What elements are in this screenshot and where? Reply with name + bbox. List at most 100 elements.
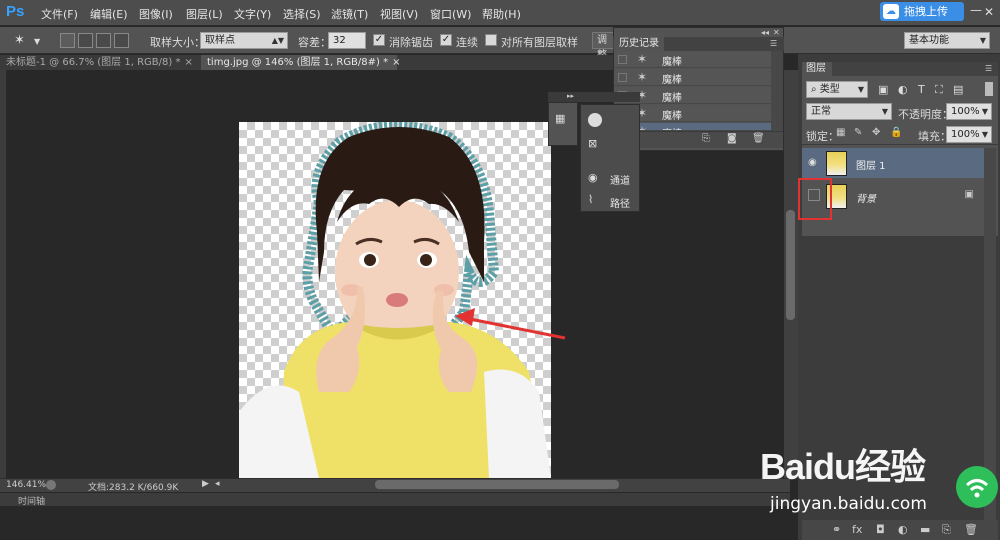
panel-menu-icon[interactable]: ☰ (770, 39, 777, 48)
adjust-filter-icon[interactable]: ◐ (898, 83, 908, 96)
photoshop-logo: Ps (6, 3, 25, 20)
opacity-label: 不透明度： (898, 108, 953, 121)
channels-icon[interactable]: ◉ (588, 171, 598, 184)
all-layers-checkbox[interactable] (485, 34, 497, 46)
folder-icon[interactable]: ▬ (920, 523, 930, 536)
add-selection-icon[interactable] (78, 33, 93, 48)
style-icon[interactable]: ⊠ (588, 137, 597, 150)
menu-file[interactable]: 文件(F) (41, 6, 78, 22)
type-filter-icon[interactable]: T (918, 83, 925, 96)
menu-window[interactable]: 窗口(W) (430, 6, 471, 22)
chevron-down-icon: ▼ (857, 85, 864, 94)
adjust-icon[interactable] (588, 113, 602, 127)
adjustment-icon[interactable]: ◐ (898, 523, 908, 536)
antialias-checkbox[interactable]: ✓ (373, 34, 385, 46)
menu-layer[interactable]: 图层(L) (186, 6, 223, 22)
menu-select[interactable]: 选择(S) (283, 6, 321, 22)
opacity-input[interactable]: 100% ▼ (946, 103, 992, 120)
sample-size-select[interactable]: 取样点 ▲▼ (200, 32, 288, 49)
lock-position-icon[interactable]: ✥ (872, 127, 880, 138)
contiguous-checkbox[interactable]: ✓ (440, 34, 452, 46)
baidu-watermark-url: jingyan.baidu.com (770, 494, 927, 514)
menu-type[interactable]: 文字(Y) (234, 6, 271, 22)
close-button[interactable]: ✕ (984, 5, 994, 19)
tab-untitled[interactable]: 未标题-1 @ 66.7% (图层 1, RGB/8) * × (0, 55, 200, 70)
paths-icon[interactable]: ⌇ (588, 193, 593, 206)
new-layer-icon[interactable]: ⎘ (942, 523, 951, 537)
workspace-select[interactable]: 基本功能 ▼ (904, 32, 990, 49)
history-scrollbar[interactable] (771, 51, 783, 131)
collapse-icon[interactable]: ◂◂ (761, 28, 769, 37)
lock-transparent-icon[interactable]: ▦ (836, 127, 845, 138)
tab-timg[interactable]: timg.jpg @ 146% (图层 1, RGB/8#) * × (201, 55, 401, 70)
fill-input[interactable]: 100% ▼ (946, 126, 992, 143)
lock-all-icon[interactable]: 🔒 (890, 127, 902, 138)
panel-menu-icon[interactable]: ☰ (985, 64, 992, 73)
smart-filter-icon[interactable]: ▤ (953, 83, 963, 96)
tolerance-input[interactable]: 32 (328, 32, 366, 49)
zoom-readout[interactable]: 146.41% (6, 480, 46, 490)
close-icon[interactable]: × (184, 57, 192, 68)
lock-icon: ▣ (964, 189, 974, 200)
close-icon[interactable]: × (392, 57, 400, 68)
history-row[interactable]: ✶魔棒 (614, 69, 771, 86)
filter-toggle[interactable] (985, 82, 993, 96)
layer-filter-select[interactable]: ⌕ 类型 ▼ (806, 81, 868, 98)
shape-filter-icon[interactable]: ⛶ (935, 83, 943, 97)
layers-scrollbar[interactable] (984, 148, 996, 520)
eye-icon[interactable]: ◉ (808, 157, 817, 168)
minimize-button[interactable]: — (970, 3, 982, 17)
menu-help[interactable]: 帮助(H) (482, 6, 521, 22)
tab-timg-label: timg.jpg @ 146% (图层 1, RGB/8#) * (207, 57, 389, 68)
layers-tab[interactable]: 图层 (802, 62, 832, 76)
tools-strip (0, 70, 6, 478)
chevron-down-icon[interactable]: ▼ (34, 37, 40, 46)
channels-label[interactable]: 通道 (610, 172, 630, 187)
layer-row-layer1[interactable]: ◉ 图层 1 (802, 148, 984, 178)
paths-label[interactable]: 路径 (610, 195, 630, 210)
menu-edit[interactable]: 编辑(E) (90, 6, 128, 22)
vertical-scroll-thumb[interactable] (786, 210, 795, 320)
zoom-icon[interactable] (46, 480, 56, 490)
blend-mode-select[interactable]: 正常 ▼ (806, 103, 892, 120)
history-tab[interactable]: 历史记录 (614, 37, 664, 51)
workspace-value: 基本功能 (909, 35, 949, 46)
contiguous-label: 连续 (456, 36, 478, 49)
wifi-icon (965, 479, 989, 498)
pixel-filter-icon[interactable]: ▣ (878, 83, 888, 96)
chevron-down-icon: ▼ (881, 107, 888, 116)
horizontal-scroll-thumb[interactable] (375, 480, 619, 489)
expand-icon[interactable]: ▸▸ (567, 92, 574, 100)
new-document-icon[interactable]: ⎘ (702, 133, 710, 144)
menu-filter[interactable]: 滤镜(T) (331, 6, 368, 22)
magic-wand-icon[interactable]: ✶ (14, 33, 25, 48)
layer-name[interactable]: 背景 (856, 190, 876, 205)
link-icon[interactable]: ⚭ (832, 523, 841, 536)
menu-image[interactable]: 图像(I) (139, 6, 173, 22)
doc-info: 文档:283.2 K/660.9K (88, 483, 179, 493)
lock-pixels-icon[interactable]: ✎ (854, 127, 862, 138)
scroll-left-icon[interactable]: ◂ (215, 479, 220, 489)
chevron-down-icon: ▼ (979, 36, 986, 45)
history-row[interactable]: ✶魔棒 (614, 51, 771, 68)
trash-icon[interactable]: 🗑 (964, 523, 978, 536)
layer-name[interactable]: 图层 1 (856, 157, 886, 172)
camera-icon[interactable]: ◙ (727, 133, 737, 144)
fx-icon[interactable]: fx (852, 523, 862, 536)
subtract-selection-icon[interactable] (96, 33, 111, 48)
trash-icon[interactable]: 🗑 (752, 133, 765, 144)
menu-view[interactable]: 视图(V) (380, 6, 418, 22)
highlight-box (798, 178, 832, 220)
new-selection-icon[interactable] (60, 33, 75, 48)
lock-label: 锁定： (806, 130, 839, 143)
tab-untitled-label: 未标题-1 @ 66.7% (图层 1, RGB/8) * (6, 57, 181, 68)
play-icon[interactable]: ▶ (202, 479, 209, 489)
dock-header (548, 92, 640, 102)
3d-icon[interactable]: ▦ (555, 112, 565, 125)
close-icon[interactable]: ✕ (773, 28, 780, 37)
intersect-selection-icon[interactable] (114, 33, 129, 48)
all-layers-label: 对所有图层取样 (501, 36, 578, 49)
layer-thumbnail (826, 151, 847, 176)
chevron-down-icon: ▼ (981, 107, 988, 116)
mask-icon[interactable]: ◘ (876, 523, 885, 536)
